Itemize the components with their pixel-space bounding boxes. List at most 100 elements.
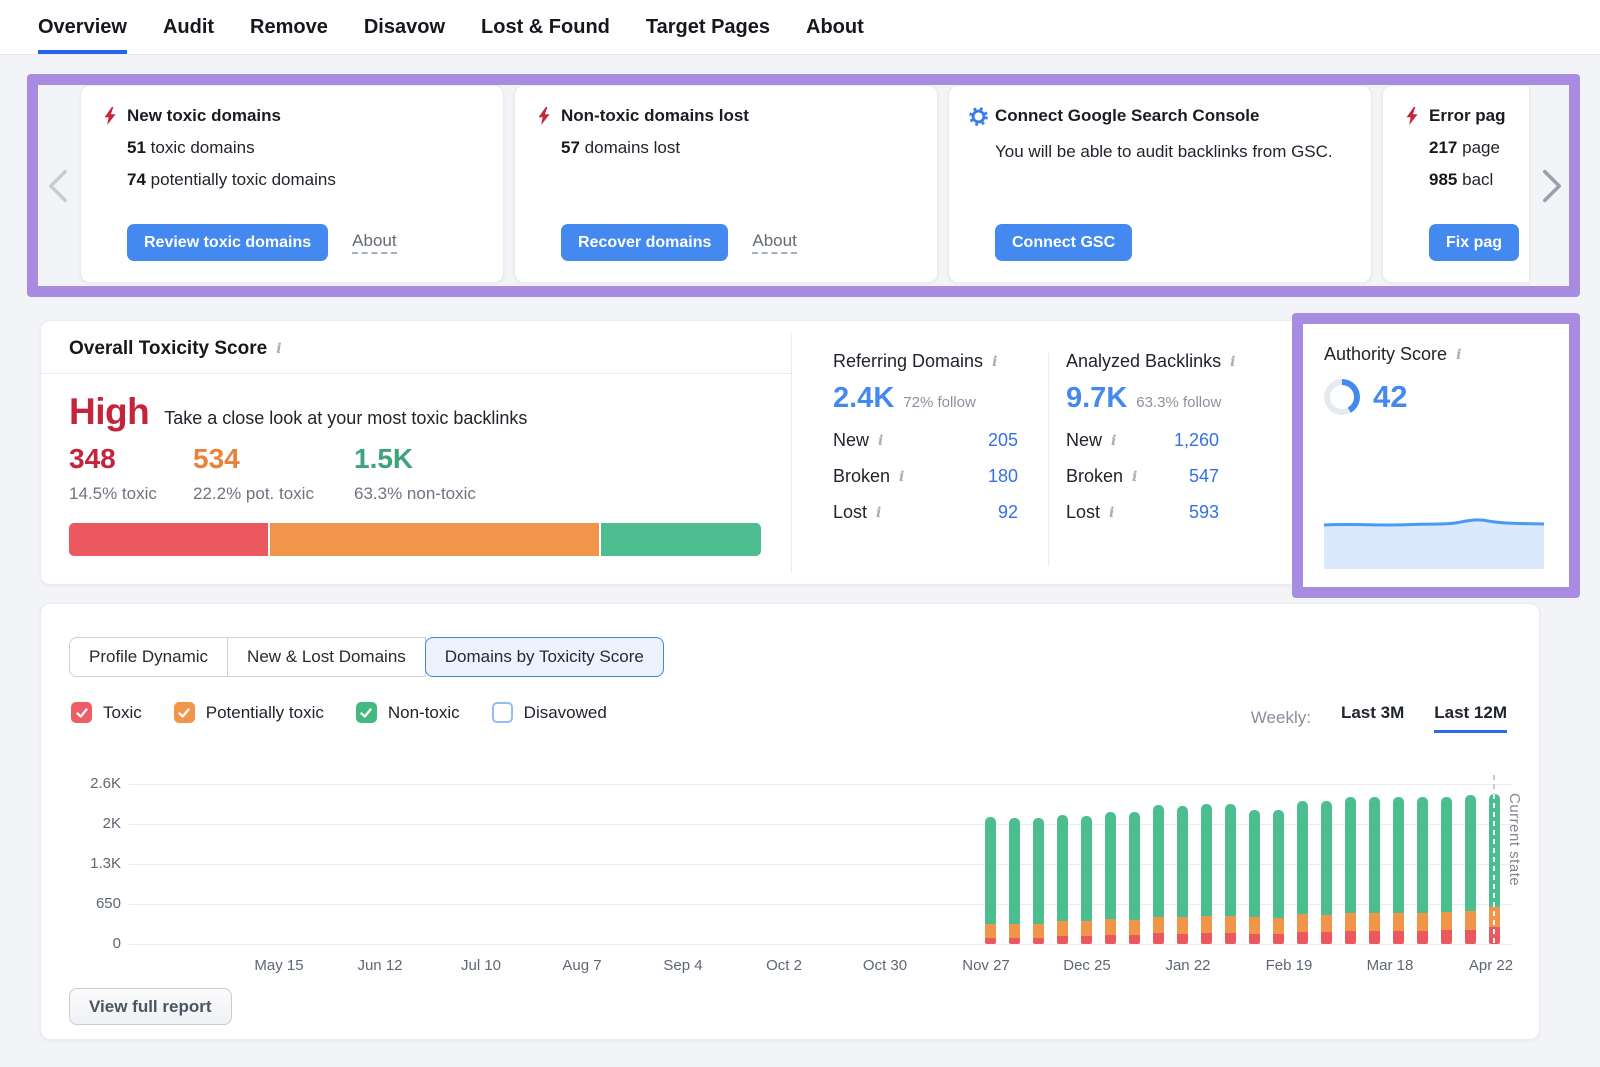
stat-value: 51 [127,138,146,157]
stacked-bar-feb-19[interactable] [1273,810,1284,944]
info-icon[interactable]: i [1132,469,1137,485]
info-icon[interactable]: i [899,469,904,485]
metric-row: Brokeni 547 [1066,466,1219,487]
stacked-bar-mar-25[interactable] [1393,797,1404,944]
analyzed-backlinks-value[interactable]: 9.7K [1066,382,1127,415]
bar-segment [1201,804,1212,916]
fix-pages-button[interactable]: Fix pag [1429,224,1519,261]
bar-segment [1201,916,1212,933]
toxic-stat: 348 14.5% toxic [69,443,157,504]
row-value-link[interactable]: 92 [998,502,1018,523]
period-last-3m[interactable]: Last 3M [1341,703,1404,733]
period-last-12m[interactable]: Last 12M [1434,703,1507,733]
stacked-bar-jan-29[interactable] [1201,804,1212,944]
stat-text: page [1462,138,1500,157]
toxicity-subtitle: Take a close look at your most toxic bac… [164,408,527,429]
analyzed-backlinks-title: Analyzed Backlinks [1066,351,1221,372]
stacked-bar-dec-11[interactable] [1033,818,1044,944]
tab-profile-dynamic[interactable]: Profile Dynamic [69,637,228,677]
row-value-link[interactable]: 547 [1189,466,1219,487]
info-icon[interactable]: i [1111,433,1116,449]
stat-value: 217 [1429,138,1457,157]
bar-segment [1465,795,1476,911]
stacked-bar-mar-18[interactable] [1369,797,1380,944]
carousel-prev-button[interactable] [44,168,72,204]
stacked-bar-jan-8[interactable] [1129,812,1140,944]
stacked-bar-feb-26[interactable] [1297,801,1308,944]
view-full-report-button[interactable]: View full report [69,988,232,1025]
bar-segment [1273,810,1284,918]
row-value-link[interactable]: 1,260 [1174,430,1219,451]
connect-gsc-button[interactable]: Connect GSC [995,224,1132,261]
stacked-bar-jan-1[interactable] [1105,812,1116,944]
y-axis-label: 1.3K [41,855,121,872]
tab-audit[interactable]: Audit [163,0,214,54]
stacked-bar-nov-27[interactable] [985,817,996,944]
row-label: Broken [833,466,890,487]
recover-domains-button[interactable]: Recover domains [561,224,728,261]
referring-domains-value[interactable]: 2.4K [833,382,894,415]
stacked-bar-apr-15[interactable] [1465,795,1476,944]
card-title: Error pag [1429,106,1506,126]
x-axis-label: Aug 7 [534,957,630,974]
stacked-bar-jan-15[interactable] [1153,805,1164,944]
legend-label: Potentially toxic [206,703,324,723]
tab-domains-by-toxicity-score[interactable]: Domains by Toxicity Score [425,637,664,677]
stacked-bar-mar-4[interactable] [1321,801,1332,944]
tab-lost-found[interactable]: Lost & Found [481,0,610,54]
stacked-bar-feb-12[interactable] [1249,810,1260,944]
current-state-line [1493,775,1495,794]
legend-label: Toxic [103,703,142,723]
tab-target-pages[interactable]: Target Pages [646,0,770,54]
carousel-next-button[interactable] [1538,168,1566,204]
row-value-link[interactable]: 180 [988,466,1018,487]
bar-segment [1057,815,1068,921]
tab-remove[interactable]: Remove [250,0,328,54]
bar-segment [985,817,996,924]
info-icon[interactable]: i [276,341,281,357]
card-new-toxic-domains: New toxic domains 51 toxic domains 74 po… [80,85,504,283]
info-icon[interactable]: i [1456,347,1461,363]
row-label: New [833,430,869,451]
tab-about[interactable]: About [806,0,864,54]
about-link[interactable]: About [352,231,396,254]
info-icon[interactable]: i [1230,354,1235,370]
legend-disavowed[interactable]: Disavowed [492,702,607,723]
non-toxic-pct-label: 63.3% non-toxic [354,484,476,504]
about-link[interactable]: About [752,231,796,254]
stacked-bar-apr-8[interactable] [1441,797,1452,944]
stacked-bar-jan-22[interactable] [1177,806,1188,944]
bar-segment [1153,917,1164,933]
info-icon[interactable]: i [878,433,883,449]
row-value-link[interactable]: 593 [1189,502,1219,523]
x-axis-label: Mar 18 [1342,957,1438,974]
stacked-bar-dec-4[interactable] [1009,818,1020,944]
stacked-bar-dec-18[interactable] [1057,815,1068,944]
tab-disavow[interactable]: Disavow [364,0,445,54]
bar-segment [1105,812,1116,919]
gridline [129,784,1513,785]
tab-new-lost-domains[interactable]: New & Lost Domains [227,637,426,677]
review-toxic-domains-button[interactable]: Review toxic domains [127,224,328,261]
pot-toxic-count: 534 [193,443,314,475]
legend-toxic[interactable]: Toxic [71,702,142,723]
y-axis-label: 2.6K [41,775,121,792]
info-icon[interactable]: i [876,505,881,521]
info-icon[interactable]: i [992,354,997,370]
card-title: Connect Google Search Console [995,106,1260,126]
info-icon[interactable]: i [1109,505,1114,521]
card-error-pages: Error pag 217 page 985 bacl Fix pag [1382,85,1530,283]
metric-row: Newi 1,260 [1066,430,1219,451]
bar-segment [1369,913,1380,931]
legend-non-toxic[interactable]: Non-toxic [356,702,460,723]
row-label: Broken [1066,466,1123,487]
stacked-bar-mar-11[interactable] [1345,797,1356,944]
stacked-bar-apr-1[interactable] [1417,797,1428,944]
bar-segment [1417,931,1428,944]
tab-overview[interactable]: Overview [38,0,127,54]
legend-potentially-toxic[interactable]: Potentially toxic [174,702,324,723]
row-value-link[interactable]: 205 [988,430,1018,451]
stacked-bar-feb-5[interactable] [1225,804,1236,944]
stacked-bar-dec-25[interactable] [1081,816,1092,944]
x-axis-label: Jul 10 [433,957,529,974]
